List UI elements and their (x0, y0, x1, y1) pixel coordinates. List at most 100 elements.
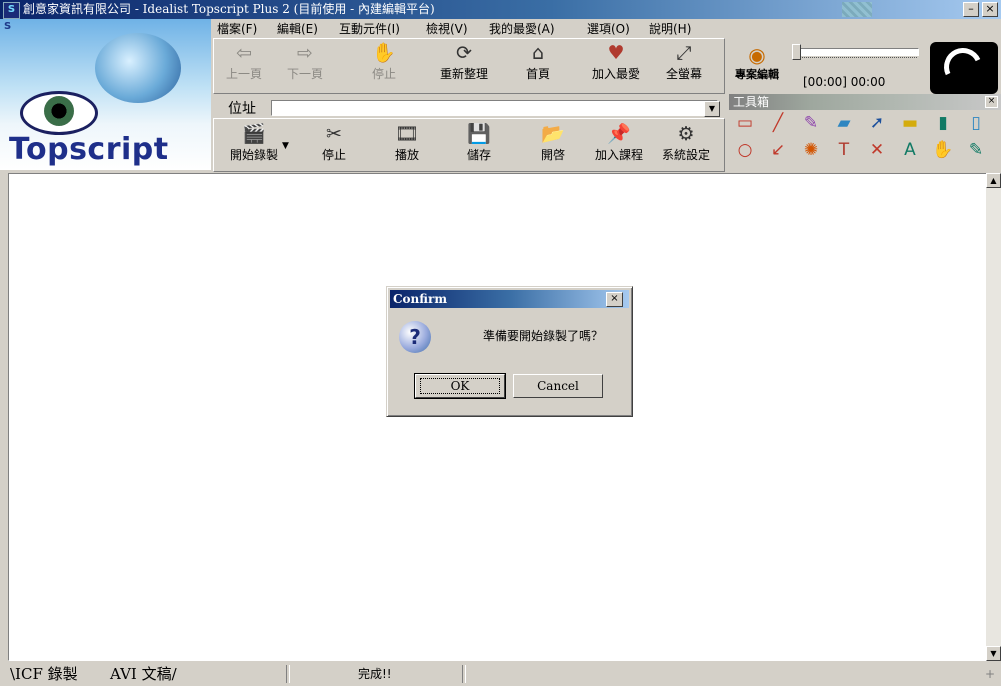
recording-toolbar: 🎬 開始錄製 ▼ ✂ 停止 🎞 播放 💾 儲存 📂 開啓 📌 加入課程 ⚙ 系統… (213, 118, 725, 172)
home-label: 首頁 (525, 67, 550, 81)
title-decoration (842, 2, 872, 17)
cancel-button[interactable]: Cancel (513, 374, 603, 398)
settings-tools-icon: ⚙ (677, 123, 695, 145)
refresh-icon: ⟳ (456, 42, 472, 64)
scroll-down-button[interactable]: ▼ (986, 646, 1001, 661)
add-favorite-button[interactable]: ♥ 加入最愛 (588, 39, 644, 93)
stop-recording-button[interactable]: ✂ 停止 (306, 120, 362, 174)
refresh-label: 重新整理 (439, 67, 488, 81)
content-canvas[interactable] (8, 173, 988, 661)
add-favorite-label: 加入最愛 (591, 67, 640, 81)
play-button[interactable]: 🎞 播放 (379, 120, 435, 174)
corner-logo (930, 42, 998, 94)
add-course-label: 加入課程 (594, 148, 643, 162)
fullscreen-icon: ⤢ (676, 42, 692, 64)
fullscreen-button[interactable]: ⤢ 全螢幕 (656, 39, 712, 93)
back-page-button[interactable]: ⇦ 上一頁 (216, 39, 272, 93)
vertical-scrollbar[interactable]: ▲ ▼ (986, 173, 1001, 661)
dialog-message: 準備要開始錄製了嗎？ (483, 329, 604, 343)
stop-hand-icon: ✋ (372, 42, 396, 64)
minimize-button[interactable]: – (963, 2, 979, 17)
globe-graphic (95, 33, 181, 103)
stop-nav-button[interactable]: ✋ 停止 (356, 39, 412, 93)
address-label: 位址 (228, 101, 256, 117)
ellipse-pen-icon[interactable]: ○ (733, 139, 757, 161)
app-icon[interactable]: S (3, 2, 20, 19)
save-button[interactable]: 💾 儲存 (451, 120, 507, 174)
add-course-button[interactable]: 📌 加入課程 (591, 120, 647, 174)
address-input[interactable] (271, 100, 718, 116)
address-dropdown-button[interactable]: ▼ (704, 101, 720, 117)
stop-record-icon: ✂ (326, 123, 342, 145)
page-back-icon: ⇦ (236, 42, 252, 64)
next-page-button[interactable]: ⇨ 下一頁 (277, 39, 333, 93)
next-page-label: 下一頁 (286, 67, 323, 81)
system-settings-button[interactable]: ⚙ 系統設定 (658, 120, 714, 174)
dialog-title-bar[interactable]: Confirm (390, 290, 629, 308)
question-icon: ? (399, 321, 431, 353)
text-icon[interactable]: T (832, 139, 856, 161)
pointer-icon[interactable]: ➚ (865, 112, 889, 134)
webcam-icon: ◉ (748, 43, 766, 67)
menu-help[interactable]: 說明(H) (649, 20, 691, 37)
back-page-label: 上一頁 (225, 67, 262, 81)
window-title: 創意家資訊有限公司 - Idealist Topscript Plus 2 (目… (23, 2, 435, 16)
close-button[interactable]: × (982, 2, 998, 17)
navigation-toolbar: ⇦ 上一頁 ⇨ 下一頁 ✋ 停止 ⟳ 重新整理 ⌂ 首頁 ♥ 加入最愛 ⤢ 全螢… (213, 38, 725, 94)
new-page-icon[interactable]: ▯ (964, 112, 988, 134)
status-text: 完成!! (358, 667, 392, 681)
toolbox-title-bar[interactable]: 工具箱 × (729, 94, 1001, 110)
toolbox-close-button[interactable]: × (985, 96, 998, 108)
playback-slider-track[interactable] (793, 48, 919, 56)
title-bar[interactable]: S 創意家資訊有限公司 - Idealist Topscript Plus 2 … (0, 0, 1001, 19)
dialog-title: Confirm (393, 292, 448, 306)
ok-focus-ring (420, 378, 500, 394)
save-label: 儲存 (466, 148, 491, 162)
trash-icon[interactable]: ▮ (931, 112, 955, 134)
confirm-dialog: Confirm × ? 準備要開始錄製了嗎？ OK Cancel (386, 286, 633, 417)
edit-icon[interactable]: ✎ (964, 139, 988, 161)
menu-file[interactable]: 檔案(F) (217, 20, 257, 37)
menu-bar: 檔案(F) 編輯(E) 互動元件(I) 檢視(V) 我的最愛(A) 選項(O) … (213, 19, 723, 36)
project-editor-label: 專案編輯 (735, 68, 779, 81)
arrow-pen-icon[interactable]: ↙ (766, 139, 790, 161)
tab-avi-script[interactable]: AVI 文稿/ (110, 664, 177, 684)
rect-pen-icon[interactable]: ▭ (733, 112, 757, 134)
delete-x-icon[interactable]: ✕ (865, 139, 889, 161)
save-disk-icon: 💾 (467, 123, 491, 145)
laser-icon[interactable]: ✺ (799, 139, 823, 161)
stop-nav-label: 停止 (371, 67, 396, 81)
menu-edit[interactable]: 編輯(E) (277, 20, 318, 37)
open-button[interactable]: 📂 開啓 (525, 120, 581, 174)
menu-view[interactable]: 檢視(V) (426, 20, 468, 37)
refresh-button[interactable]: ⟳ 重新整理 (436, 39, 492, 93)
board-icon[interactable]: A (898, 139, 922, 161)
dialog-close-button[interactable]: × (606, 292, 623, 307)
status-separator (286, 665, 290, 683)
size-grip-icon[interactable]: + (985, 667, 995, 681)
home-button[interactable]: ⌂ 首頁 (510, 39, 566, 93)
eraser-icon[interactable]: ▬ (898, 112, 922, 134)
tab-icf-recording[interactable]: \ICF 錄製 (10, 664, 78, 684)
projector-icon: 🎞 (394, 123, 420, 145)
project-editor-button[interactable]: ◉ 專案編輯 (729, 44, 785, 82)
menu-options[interactable]: 選項(O) (587, 20, 630, 37)
fullscreen-label: 全螢幕 (665, 67, 702, 81)
start-recording-button[interactable]: 🎬 開始錄製 (226, 120, 282, 174)
system-settings-label: 系統設定 (661, 148, 710, 162)
playback-slider-thumb[interactable] (792, 44, 801, 60)
ok-button[interactable]: OK (414, 373, 506, 399)
slider-ticks (799, 57, 917, 61)
record-dropdown-arrow-icon[interactable]: ▼ (282, 141, 289, 151)
highlighter-icon[interactable]: ▰ (832, 112, 856, 134)
start-recording-label: 開始錄製 (229, 148, 278, 162)
pin-icon: 📌 (607, 123, 631, 145)
open-folder-icon: 📂 (541, 123, 565, 145)
freehand-pen-icon[interactable]: ✎ (799, 112, 823, 134)
small-logo-mark: S (4, 21, 12, 32)
line-pen-icon[interactable]: ╱ (766, 112, 790, 134)
menu-interactive[interactable]: 互動元件(I) (339, 20, 400, 37)
scroll-up-button[interactable]: ▲ (986, 173, 1001, 188)
menu-favorites[interactable]: 我的最愛(A) (489, 20, 555, 37)
hand-icon[interactable]: ✋ (931, 139, 955, 161)
